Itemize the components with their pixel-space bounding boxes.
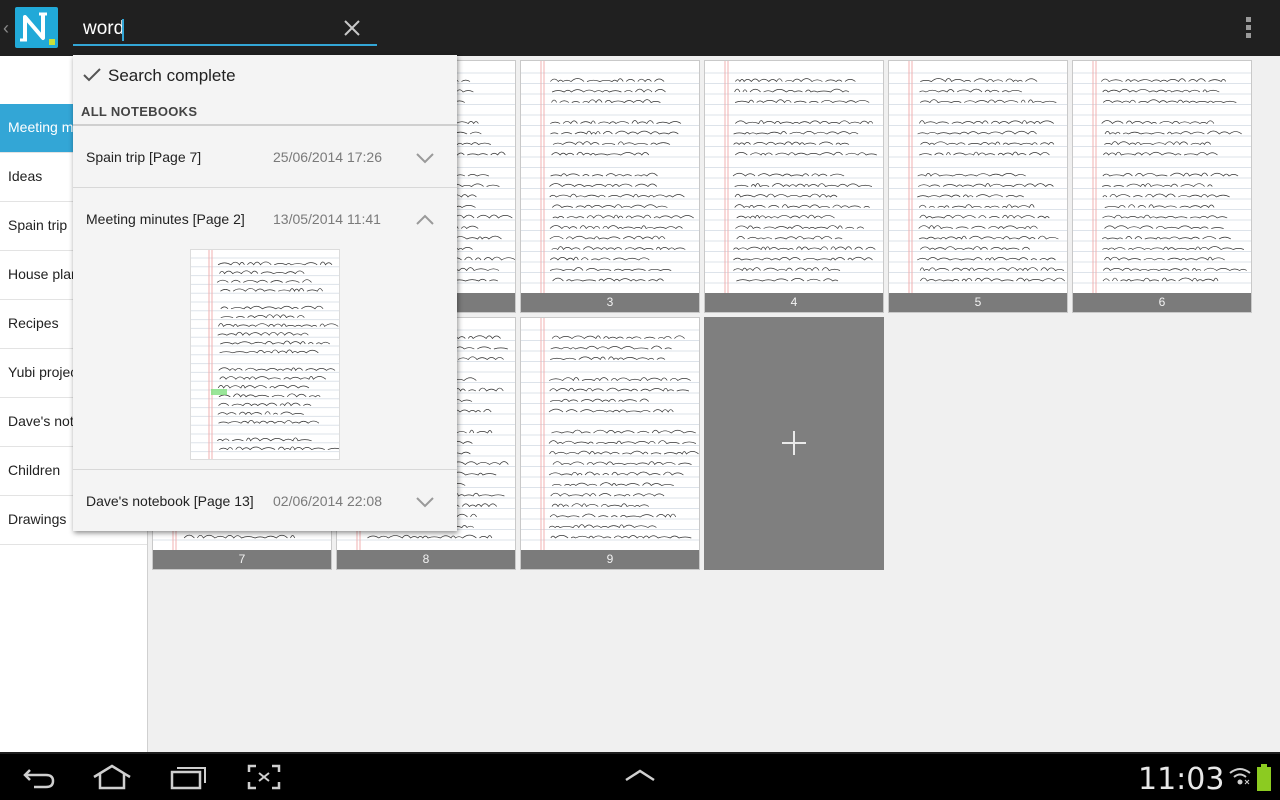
chevron-up-icon[interactable]	[624, 768, 656, 784]
page-number-label: 8	[337, 550, 515, 569]
app-root: ‹ Meeting minutes Ideas Spain trip Hous	[0, 0, 1280, 800]
page-thumbnail[interactable]: 6	[1072, 60, 1252, 313]
check-icon	[83, 68, 101, 82]
page-number-label: 5	[889, 293, 1067, 312]
chevron-up-icon[interactable]	[415, 214, 435, 226]
action-bar: ‹	[0, 0, 1280, 56]
recent-apps-icon[interactable]	[170, 764, 208, 790]
plus-icon-stem	[793, 431, 795, 455]
page-number-label: 9	[521, 550, 699, 569]
clock: 11:03	[1138, 762, 1225, 797]
search-results-panel: Search complete ALL NOTEBOOKS Spain trip…	[73, 55, 457, 531]
result-date: 13/05/2014 11:41	[273, 211, 381, 227]
page-handwriting	[521, 318, 699, 550]
page-thumbnail[interactable]: 4	[704, 60, 884, 313]
page-handwriting	[521, 61, 699, 293]
search-status-text: Search complete	[108, 66, 236, 85]
search-result-item[interactable]: Spain trip [Page 7] 25/06/2014 17:26	[73, 126, 457, 188]
system-navigation-bar: 11:03	[0, 752, 1280, 800]
up-caret-icon[interactable]: ‹	[3, 18, 15, 38]
search-input[interactable]	[83, 16, 333, 42]
back-icon[interactable]	[22, 764, 56, 790]
search-status: Search complete	[73, 55, 457, 97]
preview-handwriting	[191, 250, 339, 459]
page-thumbnail[interactable]: 5	[888, 60, 1068, 313]
page-handwriting	[889, 61, 1067, 293]
page-number-label: 7	[153, 550, 331, 569]
result-title: Dave's notebook [Page 13]	[86, 493, 254, 509]
add-page-button[interactable]	[704, 317, 884, 570]
screenshot-icon[interactable]	[247, 764, 281, 790]
search-result-item[interactable]: Dave's notebook [Page 13] 02/06/2014 22:…	[73, 470, 457, 531]
result-title: Spain trip [Page 7]	[86, 149, 202, 165]
search-match-highlight	[211, 389, 227, 395]
home-icon[interactable]	[92, 764, 132, 790]
search-result-item-expanded[interactable]: Meeting minutes [Page 2] 13/05/2014 11:4…	[73, 188, 457, 470]
wifi-icon	[1229, 768, 1251, 785]
page-thumbnail[interactable]: 9	[520, 317, 700, 570]
page-number-label: 3	[521, 293, 699, 312]
chevron-down-icon[interactable]	[415, 152, 435, 164]
overflow-menu-icon[interactable]	[1238, 14, 1258, 42]
search-clear-icon[interactable]	[340, 16, 364, 40]
result-date: 25/06/2014 17:26	[273, 149, 382, 165]
battery-icon	[1257, 764, 1271, 791]
result-title: Meeting minutes [Page 2]	[86, 211, 245, 227]
page-number-label: 4	[705, 293, 883, 312]
chevron-down-icon[interactable]	[415, 496, 435, 508]
app-logo-icon[interactable]	[15, 7, 58, 48]
page-number-label: 6	[1073, 293, 1251, 312]
results-section-header: ALL NOTEBOOKS	[73, 97, 457, 126]
search-field[interactable]	[73, 12, 377, 46]
section-title: ALL NOTEBOOKS	[81, 104, 198, 119]
page-handwriting	[705, 61, 883, 293]
page-handwriting	[1073, 61, 1251, 293]
text-cursor	[122, 19, 124, 41]
result-date: 02/06/2014 22:08	[273, 493, 382, 509]
result-page-preview[interactable]	[190, 249, 340, 460]
page-thumbnail[interactable]: 3	[520, 60, 700, 313]
